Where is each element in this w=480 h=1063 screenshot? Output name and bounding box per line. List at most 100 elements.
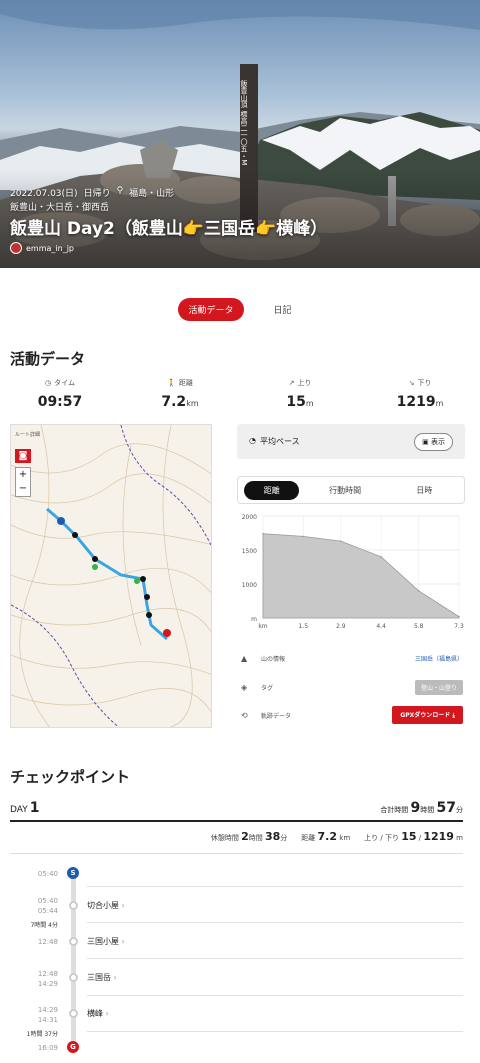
checkpoint-dot: [69, 937, 78, 946]
hero-image: 飯豊山頂 標高二一〇五・M 2022.07.03(日) 日帰り ⚲ 福島・山形 …: [0, 0, 480, 268]
chevron-right-icon: ›: [113, 973, 117, 982]
mountain-link[interactable]: 三国岳（福島県）: [415, 654, 463, 663]
chart-axis-toggle: 距離 行動時間 日時: [237, 476, 465, 504]
divider: [10, 853, 463, 854]
start-time: 05:40: [37, 870, 58, 878]
chevron-right-icon: ›: [121, 901, 125, 910]
elevation-point: [417, 590, 420, 592]
tag-icon: ◈: [241, 683, 248, 692]
x-tick-label: 4.4: [376, 623, 386, 630]
chevron-right-icon: ›: [105, 1009, 109, 1018]
goal-time: 16:09: [37, 1044, 58, 1052]
average-pace-panel: ◔ 平均ペース ▣ 表示: [237, 424, 465, 459]
checkpoint-times: 14:29 14:31: [37, 1006, 58, 1024]
start-marker-icon: S: [67, 867, 79, 879]
track-icon: ⟲: [241, 710, 248, 720]
camera-icon[interactable]: ◙: [15, 449, 31, 463]
toggle-moving-time[interactable]: 行動時間: [305, 485, 384, 496]
divider: [87, 886, 463, 887]
stat-time: ◷ タイム 09:57: [37, 379, 83, 410]
arrow-down-right-icon: ↘: [408, 379, 415, 387]
y-tick-label: 1500: [242, 548, 257, 555]
mountain-info-row: ▲ 山の情報 三国岳（福島県）: [241, 654, 463, 663]
show-pace-button[interactable]: ▣ 表示: [414, 433, 453, 451]
location-pin-icon: ⚲: [116, 186, 124, 196]
checkpoint-item[interactable]: 三国小屋 ›: [87, 936, 125, 947]
zoom-control: + −: [15, 467, 31, 497]
y-tick-label: 2000: [242, 514, 257, 521]
checkpoint-dot: [69, 973, 78, 982]
elevation-point: [458, 615, 460, 618]
checkpoint-times: 12:48: [37, 938, 58, 946]
elevation-point: [262, 532, 264, 535]
speedometer-icon: ◔: [249, 436, 256, 445]
signpost-text: 飯豊山頂 標高二一〇五・M: [240, 79, 248, 165]
goal-marker-icon: G: [67, 1041, 79, 1053]
username: emma_in_jp: [26, 243, 75, 253]
timeline-track: [71, 873, 76, 1048]
elevation-point: [380, 556, 382, 558]
goal-marker: [163, 629, 171, 637]
hero-date: 2022.07.03(日): [10, 189, 78, 199]
stat-distance: 🚶 距離 7.2km: [161, 379, 199, 410]
checkpoint-item[interactable]: 切合小屋 ›: [87, 900, 125, 911]
arrow-up-right-icon: ↗: [288, 379, 295, 387]
tag-row: ◈ タグ 登山・山登り: [241, 680, 463, 695]
elevation-point: [302, 535, 305, 538]
checkpoint-times: 05:40 05:44: [37, 897, 58, 915]
topo-map: [11, 425, 211, 727]
start-marker: [57, 517, 65, 525]
pace-button-icon: ▣: [422, 438, 431, 446]
divider: [87, 1031, 463, 1032]
zoom-in-button[interactable]: +: [16, 468, 30, 482]
duration-badge: 日帰り: [83, 189, 111, 199]
tag-chip[interactable]: 登山・山登り: [414, 680, 463, 695]
tab-activity-data[interactable]: 活動データ: [178, 298, 244, 321]
gpx-download-button[interactable]: GPXダウンロード ⤓: [392, 706, 463, 724]
total-time: 合計時間 9時間 57分: [380, 800, 463, 816]
hero-meta: 2022.07.03(日) 日帰り ⚲ 福島・山形: [10, 186, 174, 199]
checkpoint-dot: [69, 901, 78, 910]
clock-icon: ◷: [45, 379, 52, 387]
hiker-icon: 🚶: [167, 379, 176, 387]
page-title: 飯豊山 Day2（飯豊山👉三国岳👉横峰）: [10, 219, 328, 239]
mountain-icon: ▲: [241, 654, 248, 663]
activity-stats: ◷ タイム 09:57 🚶 距離 7.2km ↗ 上り 15m ↘ 下り 1219m: [0, 378, 480, 410]
hero-area[interactable]: 飯豊山・大日岳・御西岳: [10, 200, 109, 213]
x-tick-label: 7.3: [454, 623, 464, 630]
content-tabs: 活動データ 日記: [0, 298, 480, 321]
toggle-distance[interactable]: 距離: [244, 480, 300, 500]
duration-label: 7時間 4分: [30, 922, 58, 929]
divider: [87, 995, 463, 996]
divider: [87, 922, 463, 923]
route-map[interactable]: ルート詳細 ◙ + −: [10, 424, 212, 728]
activity-heading: 活動データ: [10, 350, 86, 368]
chevron-right-icon: ›: [121, 937, 125, 946]
rest-time: 休憩時間 2時間 38分: [210, 830, 288, 843]
x-tick-label: 1.5: [299, 623, 309, 630]
zoom-out-button[interactable]: −: [16, 482, 30, 496]
hero-location: 福島・山形: [129, 189, 175, 199]
divider: [87, 958, 463, 959]
x-tick-label: 2.9: [336, 623, 346, 630]
stat-ascent: ↗ 上り 15m: [286, 379, 314, 410]
checkpoint-dot: [69, 1009, 78, 1018]
duration-label: 1時間 37分: [26, 1031, 58, 1038]
toggle-datetime[interactable]: 日時: [385, 485, 464, 496]
tab-diary[interactable]: 日記: [264, 298, 302, 321]
elevation-chart: 2000 1500 1000 mkm 1.5 2.9 4.4 5.8 7.3: [242, 514, 464, 630]
day-updown: 上り / 下り 15 / 1219 m: [364, 830, 463, 843]
day-summary: DAY 1 合計時間 9時間 57分: [10, 800, 463, 822]
stat-descent: ↘ 下り 1219m: [396, 379, 444, 410]
avatar: [10, 242, 22, 254]
day-distance: 距離 7.2 km: [301, 830, 351, 843]
checkpoint-times: 12:48 14:29: [37, 970, 58, 988]
checkpoint-item[interactable]: 横峰 ›: [87, 1008, 109, 1019]
user-link[interactable]: emma_in_jp: [10, 242, 74, 254]
day-sub-stats: 休憩時間 2時間 38分 距離 7.2 km 上り / 下り 15 / 1219…: [211, 830, 463, 843]
checkpoint-item[interactable]: 三国岳 ›: [87, 972, 117, 983]
elevation-area: [262, 533, 460, 619]
elevation-point: [340, 540, 342, 542]
map-label: ルート詳細: [15, 432, 41, 438]
checkpoints-heading: チェックポイント: [10, 768, 131, 786]
